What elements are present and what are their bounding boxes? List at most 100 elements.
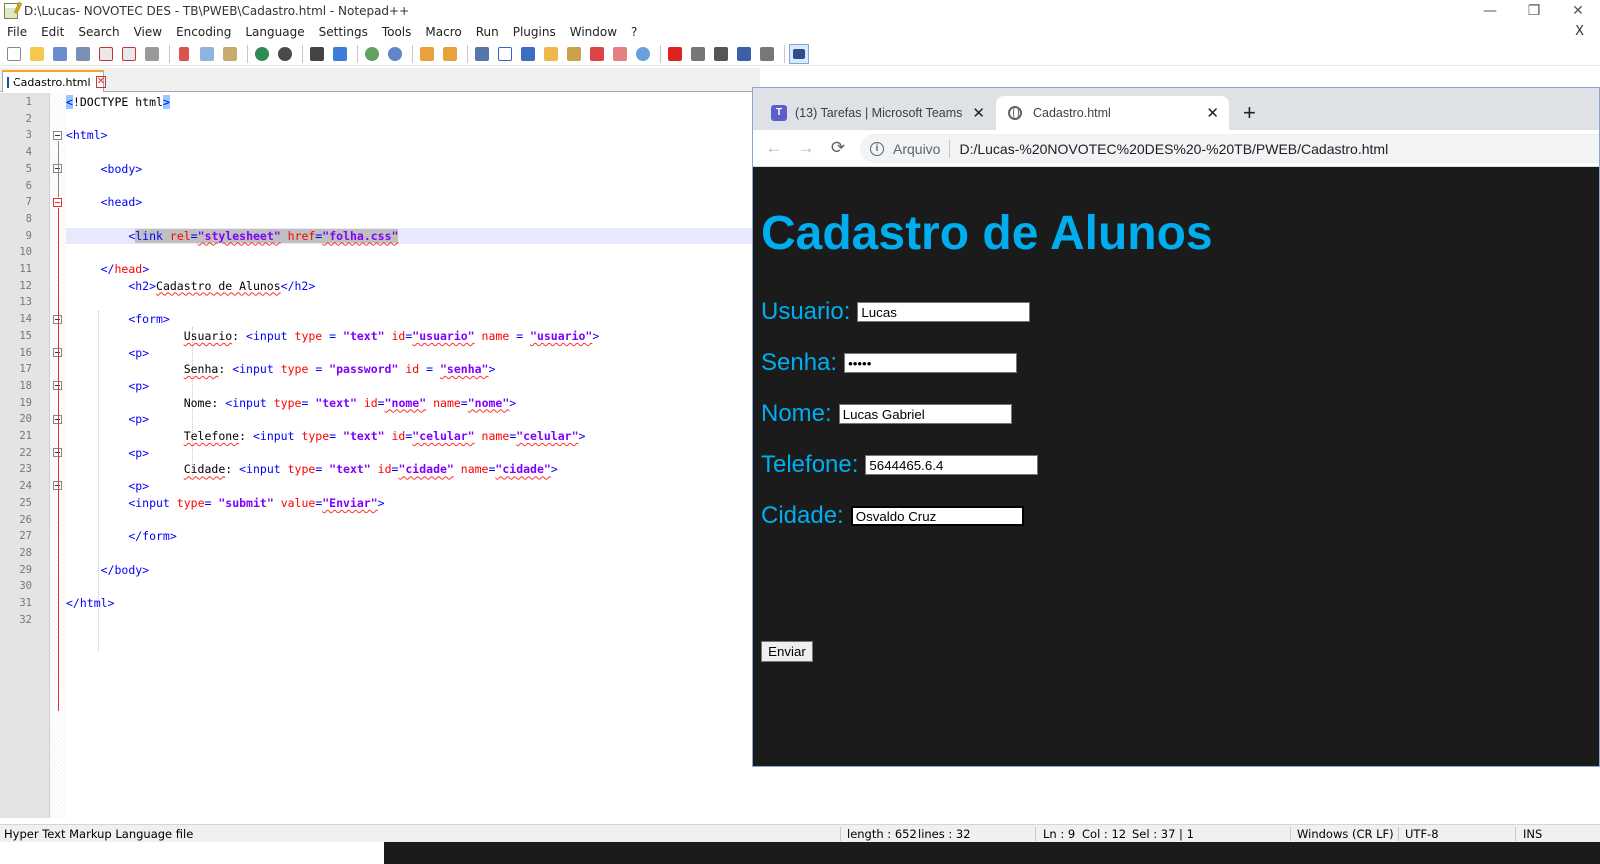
info-icon[interactable]: i (870, 141, 884, 156)
sync-horizontal-icon[interactable] (440, 44, 460, 64)
close-file-icon[interactable] (96, 44, 116, 64)
cut-icon[interactable] (174, 44, 194, 64)
menu-file[interactable]: File (0, 25, 34, 39)
senha-input[interactable] (844, 353, 1018, 373)
cidade-input[interactable] (848, 504, 1026, 528)
line-number: 23 (19, 463, 32, 476)
code-token: id (391, 429, 406, 443)
field-cidade: Cidade: (761, 502, 1026, 530)
play-macro-icon[interactable] (711, 44, 731, 64)
forward-arrow-icon[interactable]: → (795, 137, 817, 159)
code-line-25: <input type= "submit" value="Enviar"> (66, 495, 752, 512)
code-token: <input (246, 328, 288, 343)
line-number: 8 (25, 212, 32, 225)
close-all-icon[interactable] (119, 44, 139, 64)
address-url[interactable]: D:/Lucas-%20NOVOTEC%20DES%20-%20TB/PWEB/… (959, 141, 1388, 157)
show-all-chars-icon[interactable] (495, 44, 515, 64)
document-tab[interactable]: Cadastro.html ✕ (2, 70, 106, 92)
sync-vertical-icon[interactable] (417, 44, 437, 64)
function-list-icon[interactable] (587, 44, 607, 64)
menu-tools[interactable]: Tools (375, 25, 419, 39)
copy-icon[interactable] (197, 44, 217, 64)
tab-cadastro[interactable]: Cadastro.html ✕ (996, 96, 1229, 130)
telefone-input[interactable] (865, 455, 1039, 475)
minimize-button[interactable]: — (1468, 0, 1512, 22)
stop-macro-icon[interactable] (688, 44, 708, 64)
menu-search[interactable]: Search (71, 25, 126, 39)
word-wrap-icon[interactable] (472, 44, 492, 64)
line-number: 20 (19, 413, 32, 426)
line-number: 7 (25, 196, 32, 209)
code-token: > (550, 462, 558, 477)
menu-view[interactable]: View (127, 25, 169, 39)
field-label: Cidade: (761, 502, 844, 529)
fold-toggle-head[interactable] (53, 198, 62, 207)
save-all-icon[interactable] (73, 44, 93, 64)
enviar-button[interactable]: Enviar (761, 641, 813, 662)
menu-help[interactable]: ? (624, 25, 644, 39)
code-token: Cadastro de Alunos (156, 278, 281, 293)
line-number: 24 (19, 480, 32, 493)
tab-close-icon[interactable]: ✕ (972, 104, 985, 122)
redo-icon[interactable] (275, 44, 295, 64)
code-editor[interactable]: 1 2 3 4 5 6 7 8 9 10 11 12 13 14 15 16 1… (0, 93, 752, 818)
undo-icon[interactable] (252, 44, 272, 64)
user-language-icon[interactable] (541, 44, 561, 64)
run-macro-multiple-icon[interactable] (734, 44, 754, 64)
spell-check-icon[interactable] (789, 43, 809, 64)
code-text-area[interactable]: <!DOCTYPE html> <html> <body> <head> < li… (66, 93, 752, 818)
menu-language[interactable]: Language (238, 25, 311, 39)
new-file-icon[interactable] (4, 44, 24, 64)
paste-icon[interactable] (220, 44, 240, 64)
restore-button[interactable]: ❐ (1512, 0, 1556, 22)
fold-toggle-html[interactable] (53, 131, 62, 140)
print-icon[interactable] (142, 44, 162, 64)
tab-teams[interactable]: T (13) Tarefas | Microsoft Teams ✕ (771, 96, 995, 130)
find-icon[interactable] (307, 44, 327, 64)
back-arrow-icon[interactable]: ← (763, 137, 785, 159)
menu-edit[interactable]: Edit (34, 25, 71, 39)
zoom-in-icon[interactable] (362, 44, 382, 64)
save-icon[interactable] (50, 44, 70, 64)
record-macro-icon[interactable] (665, 44, 685, 64)
close-button[interactable]: ✕ (1556, 0, 1600, 22)
menu-plugins[interactable]: Plugins (506, 25, 563, 39)
menu-window[interactable]: Window (563, 25, 624, 39)
indent-guide-icon[interactable] (518, 44, 538, 64)
code-token: <input (225, 395, 267, 410)
save-macro-icon[interactable] (757, 44, 777, 64)
line-number: 16 (19, 346, 32, 359)
close-document-button[interactable]: X (1575, 24, 1584, 39)
line-number: 32 (19, 613, 32, 626)
nome-input[interactable] (838, 404, 1012, 424)
code-token: "cidade" (495, 462, 551, 477)
menu-encoding[interactable]: Encoding (169, 25, 238, 39)
status-bar: Hyper Text Markup Language file length :… (0, 824, 1600, 842)
tab-close-icon[interactable]: ✕ (1206, 104, 1219, 122)
folder-workspace-icon[interactable] (610, 44, 630, 64)
open-file-icon[interactable] (27, 44, 47, 64)
doc-map-icon[interactable] (564, 44, 584, 64)
menu-settings[interactable]: Settings (312, 25, 375, 39)
menu-run[interactable]: Run (469, 25, 506, 39)
address-bar[interactable]: i Arquivo D:/Lucas-%20NOVOTEC%20DES%20-%… (860, 134, 1599, 163)
toolbar-separator (467, 44, 468, 63)
zoom-out-icon[interactable] (385, 44, 405, 64)
usuario-input[interactable] (857, 302, 1031, 322)
menu-macro[interactable]: Macro (418, 25, 468, 39)
code-token: "cidade" (398, 462, 454, 477)
tab-close-icon[interactable]: ✕ (95, 76, 106, 88)
code-token: <input (239, 462, 281, 477)
notepadpp-logo-icon (4, 3, 18, 19)
reload-icon[interactable]: ⟳ (827, 137, 849, 159)
status-file-type: Hyper Text Markup Language file (4, 827, 194, 841)
code-token: "celular" (412, 429, 475, 443)
tab-label: (13) Tarefas | Microsoft Teams (795, 106, 963, 120)
code-line-22: <p> (66, 445, 752, 462)
monitoring-icon[interactable] (633, 44, 653, 64)
code-token-selected: "folha.css" (322, 228, 399, 243)
replace-icon[interactable] (330, 44, 350, 64)
new-tab-button[interactable]: + (1243, 100, 1256, 126)
code-token: "text" (315, 395, 357, 410)
saved-file-icon (7, 76, 15, 88)
